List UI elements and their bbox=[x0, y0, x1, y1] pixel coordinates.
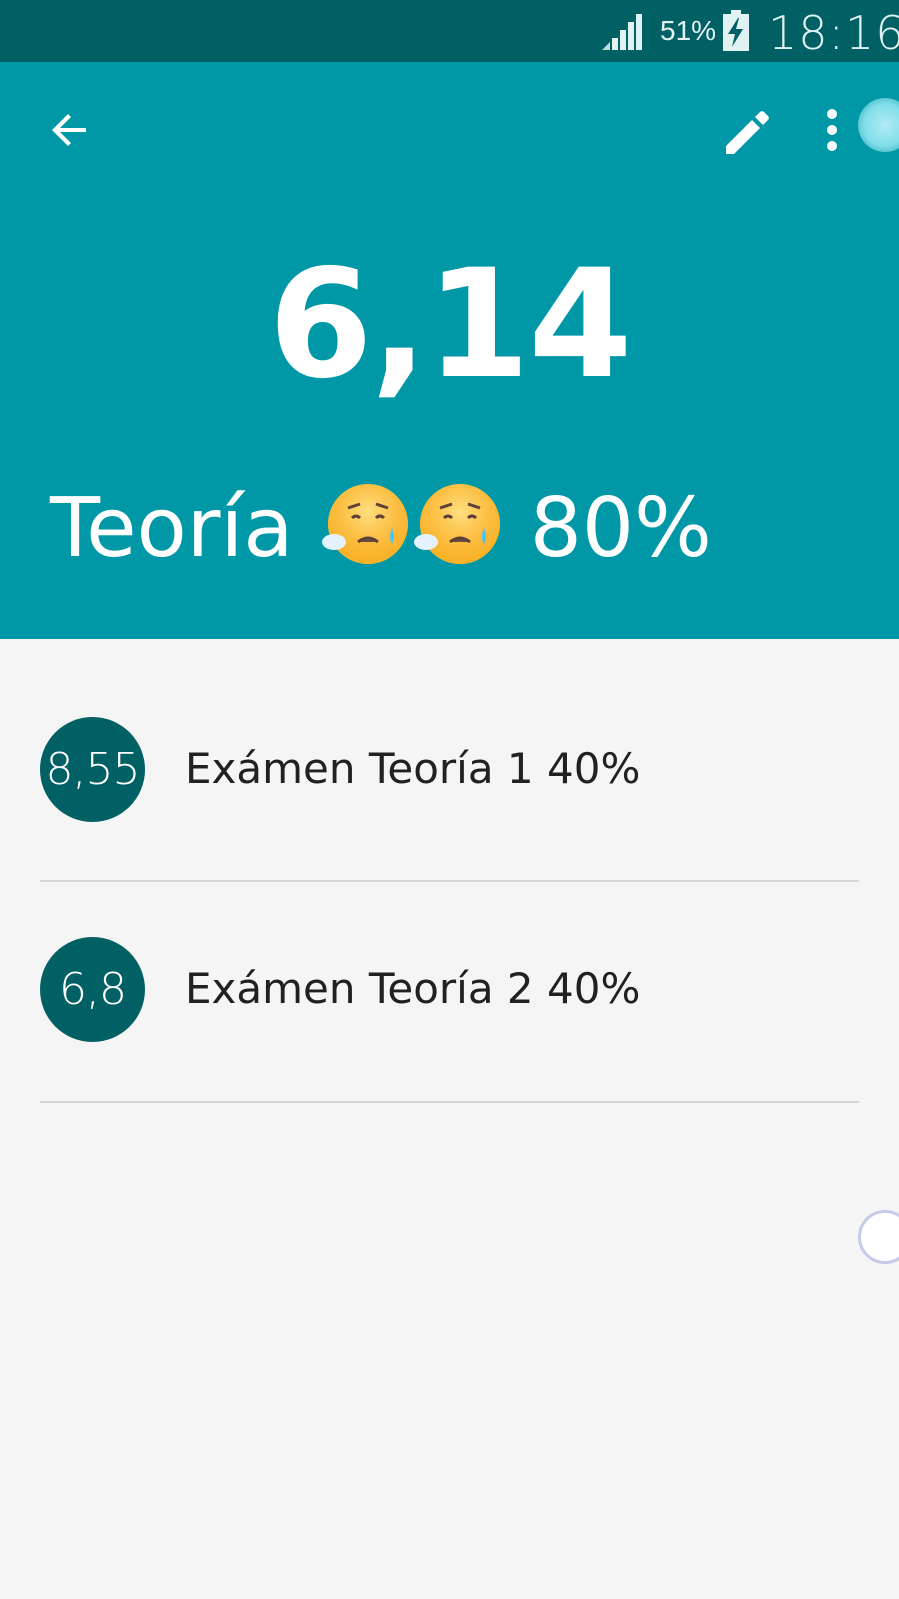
disappointed-relieved-emoji-icon bbox=[321, 484, 408, 564]
divider bbox=[40, 1101, 859, 1103]
exam-label: Exámen Teoría 1 40% bbox=[185, 744, 641, 793]
grade-badge: 8,55 bbox=[40, 717, 145, 822]
exam-label: Exámen Teoría 2 40% bbox=[185, 964, 641, 1013]
subject-weight: 80% bbox=[529, 481, 712, 576]
touch-indicator bbox=[858, 1210, 899, 1264]
battery-percentage: 51% bbox=[660, 15, 717, 46]
more-vert-icon[interactable] bbox=[822, 106, 842, 158]
subject-title: Teoría 80% bbox=[50, 478, 712, 579]
status-bar: 51% 18:16 bbox=[0, 0, 899, 62]
arrow-back-icon[interactable] bbox=[46, 106, 94, 154]
signal-icon bbox=[602, 14, 642, 50]
clock: 18:16 bbox=[768, 6, 899, 60]
battery-charging-icon bbox=[723, 10, 749, 51]
disappointed-relieved-emoji-icon bbox=[413, 484, 500, 564]
subject-name: Teoría bbox=[50, 481, 294, 576]
average-grade: 6,14 bbox=[268, 238, 632, 412]
list-item[interactable]: 8,55 Exámen Teoría 1 40% bbox=[0, 640, 899, 860]
list-item[interactable]: 6,8 Exámen Teoría 2 40% bbox=[0, 860, 899, 1080]
grade-badge: 6,8 bbox=[40, 937, 145, 1042]
pencil-icon[interactable] bbox=[722, 106, 774, 158]
